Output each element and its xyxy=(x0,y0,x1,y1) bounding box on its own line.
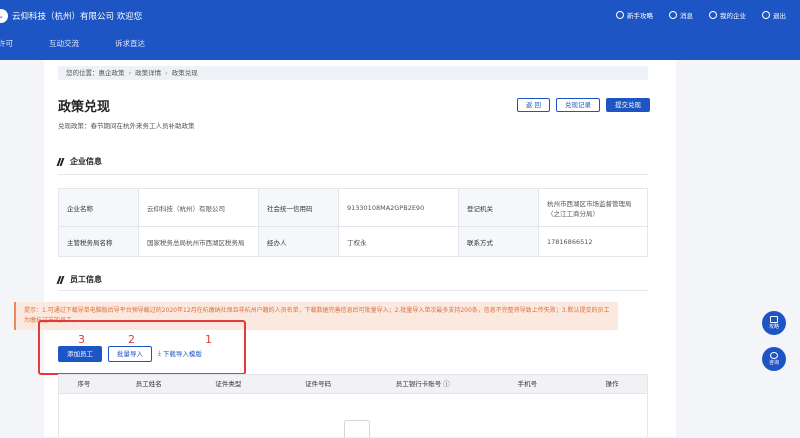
float-consult-button[interactable]: 咨询 xyxy=(762,347,786,371)
top-links: 新手攻略 消息 我的企业 退出 xyxy=(616,10,786,20)
column-header-bank: 员工银行卡账号 ⓘ xyxy=(368,375,478,393)
info-icon[interactable]: ⓘ xyxy=(443,380,450,388)
info-key: 经办人 xyxy=(258,226,339,257)
column-header-text: 员工银行卡账号 xyxy=(395,380,442,388)
top-link-guide[interactable]: 新手攻略 xyxy=(616,10,653,20)
top-link-company[interactable]: 我的企业 xyxy=(709,10,746,20)
column-header: 证件类型 xyxy=(215,380,242,388)
float-label: 咨询 xyxy=(768,360,779,366)
back-button[interactable]: 返 回 xyxy=(516,98,550,112)
nav-item-interaction[interactable]: 互动交流 xyxy=(49,34,79,54)
header-row: ⌄ 云仰科技（杭州）有限公司 欢迎您 新手攻略 消息 我的企业 退出 xyxy=(0,0,800,32)
top-header: ⌄ 云仰科技（杭州）有限公司 欢迎您 新手攻略 消息 我的企业 退出 许可 互动… xyxy=(0,0,800,60)
submit-button[interactable]: 提交兑现 xyxy=(606,98,650,112)
section-slash-icon xyxy=(58,158,65,165)
guide-float-icon xyxy=(770,316,778,323)
batch-import-button[interactable]: 批量导入 xyxy=(108,346,152,362)
section-slash-icon xyxy=(58,276,65,283)
info-row: 企业名称 云仰科技（杭州）有限公司 社会统一信用码 91330108MA2GPB… xyxy=(58,188,648,227)
nav-item-appeal[interactable]: 诉求直达 xyxy=(115,34,145,54)
top-link-label: 新手攻略 xyxy=(627,12,653,20)
guide-icon xyxy=(616,11,624,19)
annotation-number: 1 xyxy=(205,333,212,346)
download-icon: ⤓ xyxy=(158,348,161,357)
breadcrumb: 您的位置：惠企政策 › 政策详情 › 政策兑现 xyxy=(58,66,648,80)
info-value: 云仰科技（杭州）有限公司 xyxy=(138,188,259,227)
breadcrumb-sep: › xyxy=(128,69,132,77)
logout-icon xyxy=(762,11,770,19)
section-title-text: 员工信息 xyxy=(70,275,102,284)
info-value: 杭州市西湖区市场监督管理局（之江工商分局） xyxy=(538,188,648,227)
top-link-label: 退出 xyxy=(773,12,786,20)
column-header: 员工姓名 xyxy=(135,380,162,388)
info-value: 17816866512 xyxy=(538,226,648,257)
info-key: 登记机关 xyxy=(458,188,539,227)
empty-data-icon xyxy=(344,420,370,438)
breadcrumb-item[interactable]: 惠企政策 xyxy=(99,69,125,77)
staff-section-title: 员工信息 xyxy=(58,274,102,285)
divider xyxy=(58,174,648,175)
annotation-number: 3 xyxy=(78,333,85,346)
info-key: 联系方式 xyxy=(458,226,539,257)
top-link-message[interactable]: 消息 xyxy=(669,10,693,20)
column-header: 操作 xyxy=(605,380,619,388)
column-header: 证件号码 xyxy=(305,380,332,388)
info-key: 社会统一信用码 xyxy=(258,188,339,227)
info-key: 企业名称 xyxy=(58,188,139,227)
page-title: 政策兑现 xyxy=(58,100,111,115)
consult-icon xyxy=(770,352,778,359)
info-row: 主管税务局名称 国家税务总局杭州市西湖区税务局 经办人 丁权永 联系方式 178… xyxy=(58,226,648,257)
breadcrumb-item[interactable]: 政策详情 xyxy=(135,69,161,77)
company-info-table: 企业名称 云仰科技（杭州）有限公司 社会统一信用码 91330108MA2GPB… xyxy=(58,188,648,257)
column-header: 序号 xyxy=(77,380,91,388)
download-template-link[interactable]: ⤓ 下载导入模版 xyxy=(158,348,202,359)
staff-table-body xyxy=(58,394,648,438)
breadcrumb-item: 政策兑现 xyxy=(171,69,198,77)
top-link-label: 我的企业 xyxy=(720,12,746,20)
nav-item-license[interactable]: 许可 xyxy=(0,34,13,54)
main-nav: 许可 互动交流 诉求直达 xyxy=(0,34,181,54)
info-value: 丁权永 xyxy=(338,226,459,257)
float-label: 攻略 xyxy=(768,324,779,330)
divider xyxy=(58,290,648,291)
info-key: 主管税务局名称 xyxy=(58,226,139,257)
info-value: 91330108MA2GPB2E90 xyxy=(338,188,459,227)
info-value: 国家税务总局杭州市西湖区税务局 xyxy=(138,226,259,257)
add-staff-button[interactable]: 添加员工 xyxy=(58,346,102,362)
brand-welcome: 云仰科技（杭州）有限公司 欢迎您 xyxy=(12,12,143,22)
float-guide-button[interactable]: 攻略 xyxy=(762,311,786,335)
brand-logo-icon: ⌄ xyxy=(0,9,8,23)
staff-table-header: 序号 员工姓名 证件类型 证件号码 员工银行卡账号 ⓘ 手机号 操作 xyxy=(58,374,648,394)
top-link-logout[interactable]: 退出 xyxy=(762,10,786,20)
breadcrumb-sep: › xyxy=(165,69,168,77)
download-label: 下载导入模版 xyxy=(162,350,202,358)
section-title-text: 企业信息 xyxy=(70,157,102,166)
company-section-title: 企业信息 xyxy=(58,156,102,167)
page-actions: 返 回 兑现记录 提交兑现 xyxy=(516,98,650,112)
annotation-number: 2 xyxy=(128,333,135,346)
company-icon xyxy=(709,11,717,19)
breadcrumb-prefix: 您的位置： xyxy=(66,69,99,77)
message-icon xyxy=(669,11,677,19)
policy-subtitle: 兑现政策：春节期间在杭外来务工人员补助政策 xyxy=(58,122,195,130)
top-link-label: 消息 xyxy=(680,12,693,20)
column-header: 手机号 xyxy=(517,380,538,388)
records-button[interactable]: 兑现记录 xyxy=(556,98,600,112)
